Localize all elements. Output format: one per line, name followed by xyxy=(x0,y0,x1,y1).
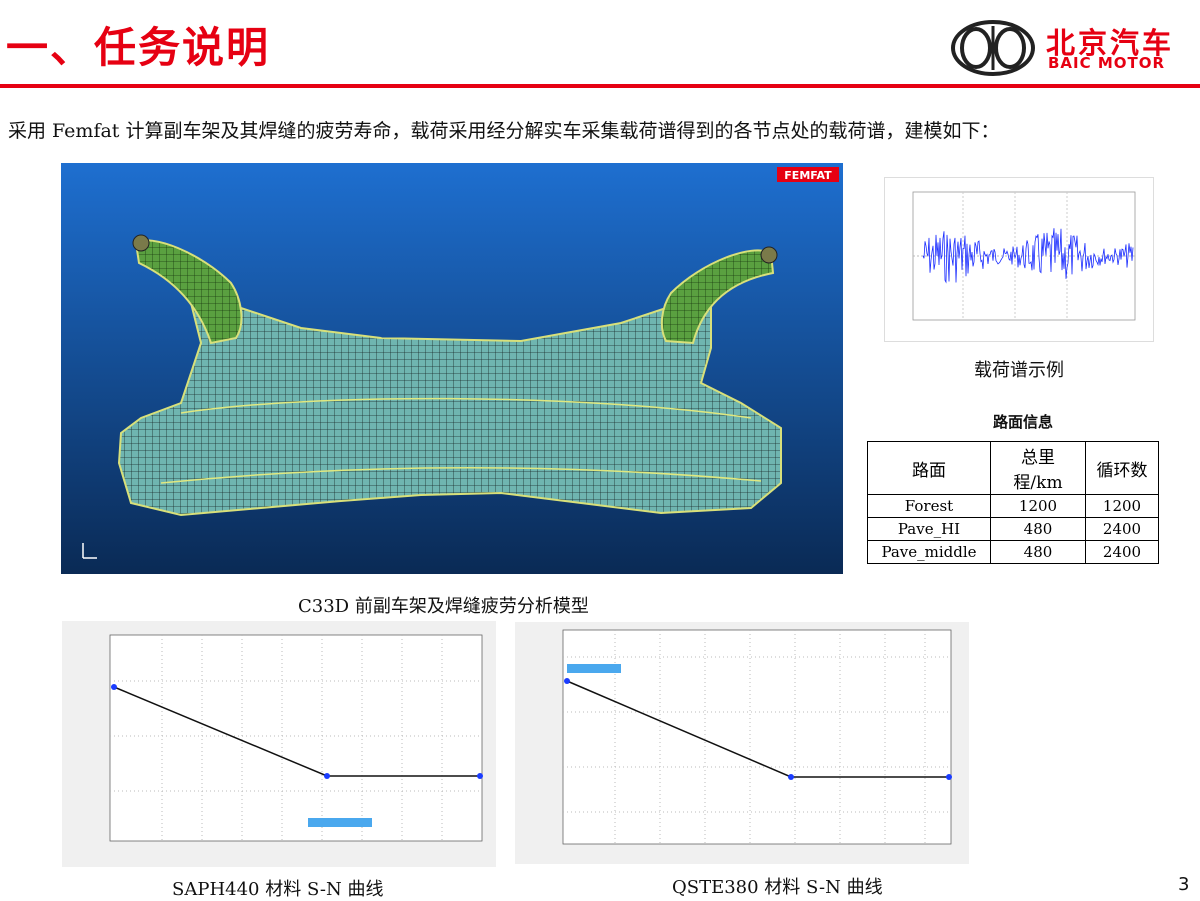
table-header: 循环数 xyxy=(1085,441,1159,495)
table-row: Pave_HI 480 2400 xyxy=(867,517,1159,541)
model-caption: C33D 前副车架及焊缝疲劳分析模型 xyxy=(298,596,589,617)
table-header: 总里程/km xyxy=(990,441,1086,495)
baic-logo: 北京汽车 BAIC MOTOR xyxy=(948,18,1188,78)
sn-left-caption: SAPH440 材料 S-N 曲线 xyxy=(172,879,384,900)
table-cell: 2400 xyxy=(1085,517,1159,541)
page-title: 一、任务说明 xyxy=(6,23,271,72)
sn-curve-marker xyxy=(324,773,330,779)
load-spectrum-plot xyxy=(884,177,1154,342)
sn-curve-left-plot xyxy=(62,621,496,867)
table-header-row: 路面 总里程/km 循环数 xyxy=(867,441,1159,495)
table-cell: 2400 xyxy=(1085,540,1159,564)
table-row: Forest 1200 1200 xyxy=(867,494,1159,518)
table-cell: 480 xyxy=(990,517,1086,541)
road-info-table: 路面 总里程/km 循环数 Forest 1200 1200 Pave_HI 4… xyxy=(867,441,1159,564)
load-spectrum-caption: 载荷谱示例 xyxy=(974,360,1064,381)
logo-text-en: BAIC MOTOR xyxy=(1048,54,1166,72)
intro-text: 采用 Femfat 计算副车架及其焊缝的疲劳寿命，载荷采用经分解实车采集载荷谱得… xyxy=(8,120,1000,142)
sn-curve-marker xyxy=(788,774,794,780)
femfat-badge: FEMFAT xyxy=(784,169,832,182)
baic-emblem-icon xyxy=(951,20,1035,76)
table-cell: 1200 xyxy=(990,494,1086,518)
table-cell: Pave_middle xyxy=(867,540,991,564)
sn-curve-marker xyxy=(564,678,570,684)
page-number: 3 xyxy=(1178,874,1190,895)
sn-curve-marker xyxy=(111,684,117,690)
table-cell: 480 xyxy=(990,540,1086,564)
header-divider xyxy=(0,84,1200,88)
table-header: 路面 xyxy=(867,441,991,495)
table-row: Pave_middle 480 2400 xyxy=(867,540,1159,564)
road-table-title: 路面信息 xyxy=(992,413,1053,431)
subframe-fe-model-image: FEMFAT xyxy=(61,163,843,574)
table-cell: Pave_HI xyxy=(867,517,991,541)
table-cell: Forest xyxy=(867,494,991,518)
table-cell: 1200 xyxy=(1085,494,1159,518)
sn-curve-marker xyxy=(477,773,483,779)
sn-curve-marker xyxy=(946,774,952,780)
sn-curve-right-plot xyxy=(515,622,969,864)
sn-right-caption: QSTE380 材料 S-N 曲线 xyxy=(672,877,883,898)
